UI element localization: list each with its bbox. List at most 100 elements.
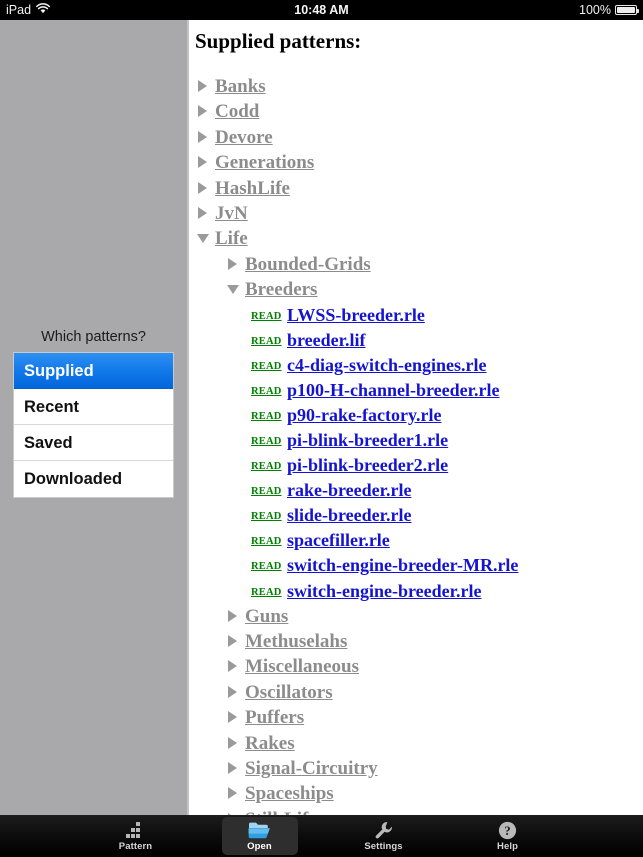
tab-pattern-label: Pattern bbox=[118, 840, 153, 852]
read-link[interactable]: READ bbox=[251, 386, 287, 397]
read-link[interactable]: READ bbox=[251, 411, 287, 422]
tree-folder-label[interactable]: Guns bbox=[245, 606, 288, 628]
sidebar: Which patterns? Supplied Recent Saved Do… bbox=[0, 20, 187, 815]
triangle-right-icon[interactable] bbox=[197, 105, 208, 118]
triangle-right-icon[interactable] bbox=[227, 635, 238, 648]
tree-folder-jvn[interactable]: JvN bbox=[189, 203, 643, 228]
tree-folder-label[interactable]: HashLife bbox=[215, 178, 290, 200]
pattern-file-link[interactable]: pi-blink-breeder2.rle bbox=[287, 455, 448, 476]
battery-percent: 100% bbox=[579, 3, 611, 17]
tree-folder-label[interactable]: Miscellaneous bbox=[245, 656, 359, 678]
pattern-tree: Banks Codd Devore Generations HashLife JvN Lif… bbox=[189, 76, 643, 815]
tree-folder-label[interactable]: Puffers bbox=[245, 707, 304, 729]
tree-folder-label[interactable]: Generations bbox=[215, 152, 314, 174]
pattern-file-row: READ breeder.lif bbox=[189, 330, 643, 355]
tree-folder-spaceships[interactable]: Spaceships bbox=[189, 783, 643, 808]
triangle-right-icon[interactable] bbox=[227, 685, 238, 698]
tree-folder-life[interactable]: Life bbox=[189, 228, 643, 253]
tree-folder-label[interactable]: Bounded-Grids bbox=[245, 254, 371, 276]
pattern-file-row: READ p100-H-channel-breeder.rle bbox=[189, 380, 643, 405]
read-link[interactable]: READ bbox=[251, 311, 287, 322]
pattern-file-link[interactable]: rake-breeder.rle bbox=[287, 480, 411, 501]
triangle-right-icon[interactable] bbox=[227, 609, 238, 622]
triangle-right-icon[interactable] bbox=[227, 761, 238, 774]
tree-folder-label[interactable]: Rakes bbox=[245, 733, 295, 755]
triangle-right-icon[interactable] bbox=[197, 130, 208, 143]
read-link[interactable]: READ bbox=[251, 361, 287, 372]
triangle-right-icon[interactable] bbox=[197, 206, 208, 219]
read-link[interactable]: READ bbox=[251, 436, 287, 447]
read-link[interactable]: READ bbox=[251, 536, 287, 547]
pattern-grid-icon bbox=[126, 821, 145, 840]
picker-item-saved[interactable]: Saved bbox=[14, 425, 173, 461]
tree-folder-puffers[interactable]: Puffers bbox=[189, 707, 643, 732]
read-link[interactable]: READ bbox=[251, 336, 287, 347]
pattern-file-row: READ pi-blink-breeder1.rle bbox=[189, 430, 643, 455]
tree-folder-rakes[interactable]: Rakes bbox=[189, 733, 643, 758]
tree-folder-hashlife[interactable]: HashLife bbox=[189, 178, 643, 203]
tree-folder-label[interactable]: Breeders bbox=[245, 279, 317, 301]
pattern-file-link[interactable]: slide-breeder.rle bbox=[287, 505, 411, 526]
tree-folder-label[interactable]: Signal-Circuitry bbox=[245, 758, 378, 780]
tree-folder-label[interactable]: Spaceships bbox=[245, 783, 334, 805]
tab-open[interactable]: Open bbox=[221, 817, 298, 855]
tree-folder-oscillators[interactable]: Oscillators bbox=[189, 682, 643, 707]
pattern-file-link[interactable]: switch-engine-breeder.rle bbox=[287, 581, 481, 602]
triangle-right-icon[interactable] bbox=[197, 181, 208, 194]
triangle-right-icon[interactable] bbox=[227, 711, 238, 724]
tree-folder-bounded-grids[interactable]: Bounded-Grids bbox=[189, 254, 643, 279]
tree-folder-guns[interactable]: Guns bbox=[189, 606, 643, 631]
wrench-icon bbox=[374, 821, 394, 840]
pattern-file-link[interactable]: pi-blink-breeder1.rle bbox=[287, 430, 448, 451]
tree-folder-devore[interactable]: Devore bbox=[189, 127, 643, 152]
pattern-file-link[interactable]: spacefiller.rle bbox=[287, 530, 390, 551]
picker-list: Supplied Recent Saved Downloaded bbox=[13, 352, 174, 498]
pattern-file-link[interactable]: switch-engine-breeder-MR.rle bbox=[287, 555, 518, 576]
read-link[interactable]: READ bbox=[251, 587, 287, 598]
tree-folder-label[interactable]: JvN bbox=[215, 203, 248, 225]
triangle-right-icon[interactable] bbox=[227, 660, 238, 673]
tab-help[interactable]: ? Help bbox=[470, 817, 546, 855]
picker-item-recent[interactable]: Recent bbox=[14, 389, 173, 425]
picker-item-downloaded[interactable]: Downloaded bbox=[14, 461, 173, 497]
read-link[interactable]: READ bbox=[251, 511, 287, 522]
read-link[interactable]: READ bbox=[251, 486, 287, 497]
pattern-file-link[interactable]: p90-rake-factory.rle bbox=[287, 405, 441, 426]
read-link[interactable]: READ bbox=[251, 461, 287, 472]
tree-folder-label[interactable]: Oscillators bbox=[245, 682, 333, 704]
pattern-file-link[interactable]: breeder.lif bbox=[287, 330, 366, 351]
tab-settings-label: Settings bbox=[364, 840, 403, 852]
triangle-right-icon[interactable] bbox=[197, 156, 208, 169]
triangle-right-icon[interactable] bbox=[197, 80, 208, 92]
tree-folder-label[interactable]: Methuselahs bbox=[245, 631, 347, 653]
tree-folder-label[interactable]: Devore bbox=[215, 127, 273, 149]
tree-folder-methuselahs[interactable]: Methuselahs bbox=[189, 631, 643, 656]
picker-item-supplied[interactable]: Supplied bbox=[14, 353, 173, 389]
triangle-right-icon[interactable] bbox=[227, 736, 238, 749]
pattern-file-link[interactable]: c4-diag-switch-engines.rle bbox=[287, 355, 486, 376]
tree-folder-breeders[interactable]: Breeders bbox=[189, 279, 643, 304]
tree-folder-signal-circuitry[interactable]: Signal-Circuitry bbox=[189, 758, 643, 783]
tree-folder-banks[interactable]: Banks bbox=[189, 76, 643, 101]
pattern-file-link[interactable]: p100-H-channel-breeder.rle bbox=[287, 380, 499, 401]
triangle-right-icon[interactable] bbox=[227, 257, 238, 270]
tree-folder-label[interactable]: Life bbox=[215, 228, 248, 250]
triangle-down-icon[interactable] bbox=[197, 232, 209, 244]
picker-label: Which patterns? bbox=[41, 329, 146, 345]
tree-folder-label[interactable]: Codd bbox=[215, 101, 259, 123]
tree-folder-miscellaneous[interactable]: Miscellaneous bbox=[189, 656, 643, 681]
read-link[interactable]: READ bbox=[251, 561, 287, 572]
tree-folder-label[interactable]: Banks bbox=[215, 76, 266, 98]
tree-folder-generations[interactable]: Generations bbox=[189, 152, 643, 177]
page-title: Supplied patterns: bbox=[195, 29, 362, 53]
pattern-file-row: READ slide-breeder.rle bbox=[189, 505, 643, 530]
pattern-file-row: READ switch-engine-breeder.rle bbox=[189, 581, 643, 606]
tab-settings[interactable]: Settings bbox=[346, 817, 422, 855]
pattern-file-link[interactable]: LWSS-breeder.rle bbox=[287, 305, 425, 326]
pattern-file-row: READ spacefiller.rle bbox=[189, 530, 643, 555]
pattern-file-row: READ switch-engine-breeder-MR.rle bbox=[189, 555, 643, 580]
triangle-down-icon[interactable] bbox=[227, 283, 239, 295]
tree-folder-codd[interactable]: Codd bbox=[189, 101, 643, 126]
triangle-right-icon[interactable] bbox=[227, 787, 238, 800]
tab-pattern[interactable]: Pattern bbox=[98, 817, 174, 855]
